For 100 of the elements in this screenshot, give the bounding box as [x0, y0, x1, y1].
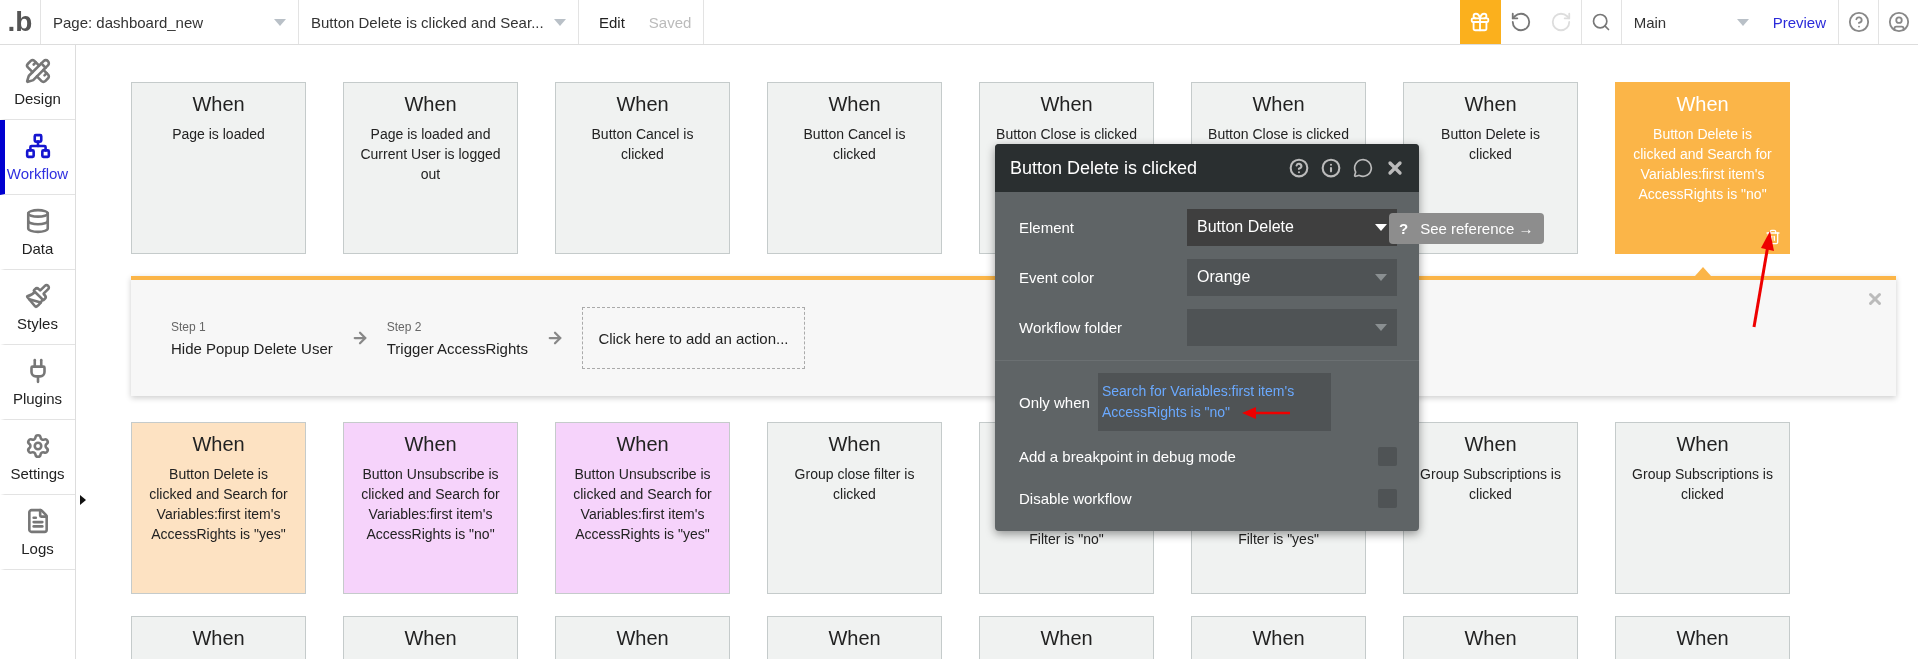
event-title: When	[828, 433, 881, 456]
field-label: Only when	[1019, 393, 1090, 411]
event-card[interactable]: When	[979, 616, 1154, 659]
event-card[interactable]: When Group close filter is clicked	[767, 422, 942, 594]
event-title: When	[1040, 627, 1093, 650]
info-icon[interactable]	[1321, 158, 1341, 178]
settings-icon	[24, 432, 51, 459]
workflow-step[interactable]: Step 2 Trigger AccessRights	[386, 319, 528, 357]
event-title: When	[828, 627, 881, 650]
caret-icon	[274, 18, 286, 26]
event-description: Button Delete is clicked and Search for Variables:first item's AccessRights is "yes"	[148, 465, 289, 544]
collapse-handle-icon[interactable]	[80, 495, 86, 505]
step-action: Hide Popup Delete User	[171, 339, 333, 357]
database-icon	[24, 207, 51, 234]
event-card[interactable]: When Group Subscriptions is clicked	[1615, 422, 1790, 594]
caret-icon	[1375, 223, 1387, 231]
sitemap-icon	[24, 132, 51, 159]
trash-icon[interactable]	[1765, 229, 1781, 245]
field-label: Disable workflow	[1019, 489, 1133, 507]
save-status: Saved	[647, 12, 693, 33]
sidebar-item[interactable]: Logs	[0, 495, 75, 570]
event-title: When	[1464, 93, 1517, 116]
event-card[interactable]: When Button Unsubscribe is clicked and Search for Variables:first item's AccessRights is "no"	[343, 422, 518, 594]
event-card[interactable]: When Button Cancel is clicked	[555, 82, 730, 254]
edit-label[interactable]: Edit	[578, 0, 637, 44]
sidebar-item[interactable]: Data	[0, 195, 75, 270]
caret-icon	[554, 18, 566, 26]
event-title: When	[616, 627, 669, 650]
dropdown[interactable]: Button Delete	[1187, 208, 1397, 246]
event-description: Group Subscriptions is clicked	[1632, 465, 1773, 504]
event-card[interactable]: When	[767, 616, 942, 659]
event-card[interactable]: When	[343, 616, 518, 659]
add-action-button[interactable]: Click here to add an action...	[581, 307, 805, 369]
ruler-pencil-icon	[24, 57, 51, 84]
event-description: Button Delete is clicked and Search for Variables:first item's AccessRights is "no"	[1632, 125, 1773, 204]
step-number: Step 2	[386, 319, 423, 334]
event-description: Button Cancel is clicked	[590, 125, 695, 164]
event-description: Group close filter is clicked	[793, 465, 916, 504]
page-select[interactable]: Page: dashboard_new	[40, 0, 298, 44]
event-card[interactable]: When	[131, 616, 306, 659]
event-title: When	[1676, 627, 1729, 650]
caret-icon	[1375, 273, 1387, 281]
caret-icon	[1736, 18, 1749, 26]
event-title: When	[1676, 93, 1729, 116]
caret-icon	[1375, 323, 1387, 331]
event-card[interactable]: When	[1403, 616, 1578, 659]
event-description: Button Unsubscribe is clicked and Search for Variables:first item's AccessRights is "no"	[360, 465, 501, 544]
undo-icon	[1509, 11, 1532, 33]
gift-icon	[1469, 11, 1492, 33]
event-title: When	[192, 627, 245, 650]
event-description: Filter is "yes"	[1238, 530, 1319, 549]
event-title: When	[404, 433, 457, 456]
step-number: Step 1	[171, 319, 207, 334]
event-title: When	[1464, 433, 1517, 456]
step-action: Trigger AccessRights	[386, 339, 528, 357]
event-title: When	[192, 93, 245, 116]
event-card[interactable]: When Button Cancel is clicked	[767, 82, 942, 254]
event-card[interactable]: When Button Unsubscribe is clicked and Search for Variables:first item's AccessRights is "yes"	[555, 422, 730, 594]
comment-icon[interactable]	[1353, 158, 1373, 178]
app-logo[interactable]: .b	[0, 0, 40, 44]
event-title: When	[1040, 93, 1093, 116]
event-title: When	[1464, 627, 1517, 650]
preview-link[interactable]: Preview	[1760, 0, 1838, 44]
sidebar-item[interactable]: Plugins	[0, 345, 75, 420]
field-label: Add a breakpoint in debug mode	[1019, 447, 1237, 465]
dropdown[interactable]: Orange	[1187, 258, 1397, 296]
event-description: Page is loaded and Current User is logged out	[360, 125, 501, 184]
event-description: Page is loaded	[172, 125, 265, 144]
close-icon[interactable]	[1385, 158, 1405, 178]
event-description: Button Unsubscribe is clicked and Search for Variables:first item's AccessRights is "yes"	[572, 465, 713, 544]
version-select[interactable]: Main	[1620, 0, 1761, 44]
event-title: When	[192, 433, 245, 456]
field-label: Workflow folder	[1019, 318, 1124, 336]
sidebar-item[interactable]: Styles	[0, 270, 75, 345]
event-title: When	[828, 93, 881, 116]
event-description: Filter is "no"	[1029, 530, 1104, 549]
field-label: Element	[1019, 218, 1076, 236]
event-description: Button Close is clicked	[996, 125, 1137, 144]
help-icon	[1847, 11, 1870, 33]
event-card[interactable]: When Page is loaded and Current User is logged out	[343, 82, 518, 254]
popup-title: Button Delete is clicked	[1010, 157, 1199, 179]
event-card[interactable]: When Group Subscriptions is clicked	[1403, 422, 1578, 594]
sidebar-item[interactable]: Settings	[0, 420, 75, 495]
event-card[interactable]: When Button Delete is clicked and Search for Variables:first item's AccessRights is "yes"	[131, 422, 306, 594]
annotation-arrow	[1242, 407, 1293, 420]
event-description: Group Subscriptions is clicked	[1420, 465, 1561, 504]
event-card[interactable]: When Page is loaded	[131, 82, 306, 254]
sidebar-item[interactable]: Design	[0, 45, 75, 120]
help-icon[interactable]	[1289, 158, 1309, 178]
event-description: Button Close is clicked	[1208, 125, 1349, 144]
event-description: Button Cancel is clicked	[802, 125, 907, 164]
workflow-step[interactable]: Step 1 Hide Popup Delete User	[171, 319, 333, 357]
workflow-select[interactable]: Button Delete is clicked and Sear...	[298, 0, 578, 44]
event-title: When	[404, 93, 457, 116]
event-card[interactable]: When	[555, 616, 730, 659]
event-title: When	[404, 627, 457, 650]
event-title: When	[1252, 627, 1305, 650]
event-card[interactable]: When	[1191, 616, 1366, 659]
sidebar-item[interactable]: Workflow	[0, 120, 75, 195]
event-card[interactable]: When	[1615, 616, 1790, 659]
